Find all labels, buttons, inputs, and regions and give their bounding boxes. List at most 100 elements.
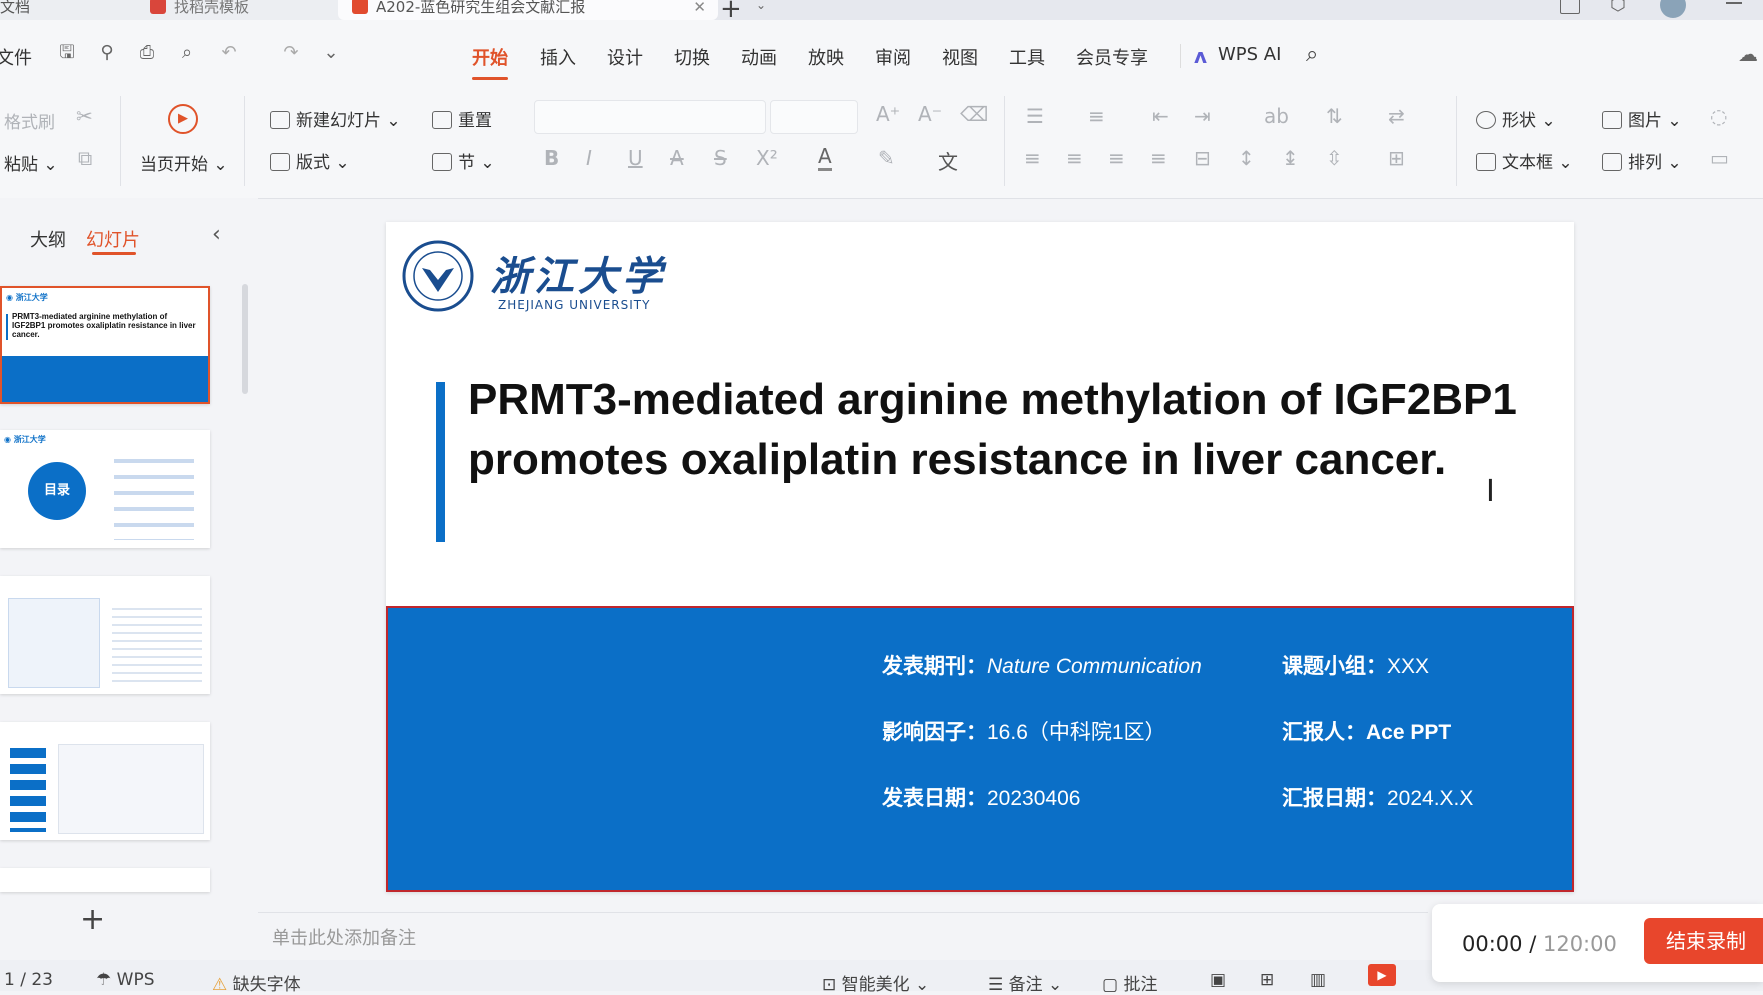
cut-icon[interactable]: ✂ (76, 104, 93, 128)
strikethrough-icon[interactable]: A (670, 146, 684, 170)
convert-icon[interactable]: ⇄ (1388, 104, 1405, 128)
new-slide-button[interactable]: 新建幻灯片 ⌄ (270, 106, 401, 131)
format-painter-button[interactable]: 格式刷 (4, 108, 55, 133)
share-icon[interactable]: ⚲ (96, 42, 118, 64)
minimize-icon[interactable] (1726, 2, 1742, 4)
tab-outline[interactable]: 大纲 (30, 226, 66, 252)
slide-canvas[interactable]: 浙江大学 ZHEJIANG UNIVERSITY PRMT3-mediated … (386, 222, 1574, 892)
distribute-icon[interactable]: ⊟ (1194, 146, 1211, 170)
print-icon[interactable]: ⎙ (136, 42, 158, 64)
columns-icon[interactable]: ⇳ (1326, 146, 1343, 170)
slide-thumbnail-5[interactable] (0, 868, 210, 892)
align-left-icon[interactable]: ≡ (1024, 146, 1041, 170)
clear-format-icon[interactable]: ⌫ (960, 102, 988, 126)
comment-button[interactable]: ▢ 批注 (1102, 970, 1157, 995)
decrease-font-icon[interactable]: A⁻ (918, 102, 942, 126)
slide-thumbnail-4[interactable] (0, 722, 210, 840)
notes-toggle-button[interactable]: ☰ 备注 ⌄ (988, 970, 1062, 995)
menu-design[interactable]: 设计 (607, 44, 643, 70)
collapse-panel-icon[interactable]: ‹ (212, 222, 221, 247)
cube-icon[interactable]: ⬡ (1610, 0, 1626, 15)
sort-icon[interactable]: ⇅ (1326, 104, 1343, 128)
reset-button[interactable]: 重置 (432, 106, 492, 131)
increase-indent-icon[interactable]: ⇥ (1194, 104, 1211, 128)
superscript-icon[interactable]: X² (756, 146, 778, 170)
menu-view[interactable]: 视图 (942, 44, 978, 70)
print-preview-icon[interactable]: ⌕ (176, 42, 198, 64)
justify-icon[interactable]: ≡ (1150, 146, 1167, 170)
redo-icon[interactable]: ↷ (280, 42, 302, 64)
tab-templates[interactable]: 找稻壳模板 (128, 0, 352, 20)
menu-insert[interactable]: 插入 (540, 44, 576, 70)
tab-list-chevron-icon[interactable]: ⌄ (756, 0, 766, 12)
panel-scrollbar[interactable] (242, 284, 248, 394)
notes-area[interactable]: 单击此处添加备注 (258, 912, 1428, 956)
slideshow-play-icon[interactable]: ▶ (1368, 964, 1396, 986)
bullet-list-icon[interactable]: ☰ (1026, 104, 1044, 128)
font-name-select[interactable] (534, 100, 766, 134)
shape-button[interactable]: 形状 ⌄ (1476, 106, 1556, 131)
paragraph-spacing-icon[interactable]: ↨ (1282, 146, 1299, 170)
slide-thumbnail-3[interactable] (0, 576, 210, 694)
menu-tools[interactable]: 工具 (1009, 44, 1045, 70)
menu-review[interactable]: 审阅 (875, 44, 911, 70)
phonetic-icon[interactable]: ⽂ (938, 146, 958, 175)
avatar[interactable] (1660, 0, 1686, 18)
slide-thumbnail-1[interactable]: ◉ 浙江大学 PRMT3-mediated arginine methylati… (0, 286, 210, 404)
search-icon[interactable]: ⌕ (1306, 42, 1318, 67)
missing-font-status[interactable]: ⚠ 缺失字体 (212, 970, 301, 995)
save-icon[interactable]: 🖫 (56, 42, 78, 64)
start-from-current-button[interactable]: 当页开始 ⌄ (140, 150, 228, 175)
reading-view-icon[interactable]: ▥ (1310, 970, 1326, 990)
font-color-icon[interactable]: A (818, 144, 832, 171)
tab-current-presentation[interactable]: A202-蓝色研究生组会文献汇报 ✕ (338, 0, 718, 20)
layout-button[interactable]: 版式 ⌄ (270, 148, 350, 173)
close-tab-icon[interactable]: ✕ (693, 0, 706, 15)
font-size-select[interactable] (770, 100, 858, 134)
wps-status[interactable]: ☂ WPS (96, 970, 155, 990)
play-icon[interactable]: ▶ (168, 104, 198, 134)
menu-transitions[interactable]: 切换 (674, 44, 710, 70)
menu-home[interactable]: 开始 (472, 44, 508, 80)
textbox-button[interactable]: 文本框 ⌄ (1476, 148, 1573, 173)
menu-animations[interactable]: 动画 (741, 44, 777, 70)
section-button[interactable]: 节 ⌄ (432, 148, 495, 173)
add-slide-icon[interactable]: + (80, 902, 105, 937)
tab-slides[interactable]: 幻灯片 (86, 226, 140, 252)
normal-view-icon[interactable]: ▣ (1210, 970, 1226, 990)
bold-icon[interactable]: B (544, 146, 559, 170)
smart-beautify-button[interactable]: ⊡ 智能美化 ⌄ (822, 970, 929, 995)
menu-slideshow[interactable]: 放映 (808, 44, 844, 70)
highlight-icon[interactable]: ✎ (878, 146, 895, 170)
decrease-indent-icon[interactable]: ⇤ (1152, 104, 1169, 128)
new-tab-icon[interactable]: + (720, 0, 742, 20)
window-restore-icon[interactable] (1560, 0, 1580, 14)
line-spacing-icon[interactable]: ↕ (1238, 146, 1255, 170)
sorter-view-icon[interactable]: ⊞ (1260, 970, 1274, 990)
outline-icon[interactable]: ▭ (1710, 146, 1729, 170)
italic-icon[interactable]: I (586, 146, 592, 170)
align-center-icon[interactable]: ≡ (1066, 146, 1083, 170)
menu-file[interactable]: 文件 (0, 44, 32, 70)
stop-recording-button[interactable]: 结束录制 (1644, 918, 1763, 964)
tab-documents[interactable]: 文档 (0, 0, 140, 20)
align-right-icon[interactable]: ≡ (1108, 146, 1125, 170)
underline-icon[interactable]: U (628, 146, 643, 170)
arrange-button[interactable]: 排列 ⌄ (1602, 148, 1682, 173)
fill-icon[interactable]: ◌ (1710, 104, 1727, 128)
menu-wps-ai[interactable]: WPS AI (1218, 44, 1281, 65)
numbered-list-icon[interactable]: ≡ (1088, 104, 1105, 128)
undo-icon[interactable]: ↶ (218, 42, 240, 64)
picture-button[interactable]: 图片 ⌄ (1602, 106, 1682, 131)
more-quick-access-icon[interactable]: ⌄ (320, 42, 342, 64)
slide-thumbnail-2[interactable]: ◉ 浙江大学 目录 (0, 430, 210, 548)
slide-title[interactable]: PRMT3-mediated arginine methylation of I… (468, 370, 1548, 490)
cloud-icon[interactable]: ☁ (1738, 42, 1758, 66)
paste-button[interactable]: 粘贴 ⌄ (4, 150, 58, 175)
text-box-align-icon[interactable]: ⊞ (1388, 146, 1405, 170)
copy-icon[interactable]: ⧉ (78, 146, 92, 170)
menu-member[interactable]: 会员专享 (1076, 44, 1148, 70)
increase-font-icon[interactable]: A⁺ (876, 102, 900, 126)
text-direction-icon[interactable]: ab (1264, 104, 1289, 128)
shadow-icon[interactable]: S (714, 146, 727, 170)
